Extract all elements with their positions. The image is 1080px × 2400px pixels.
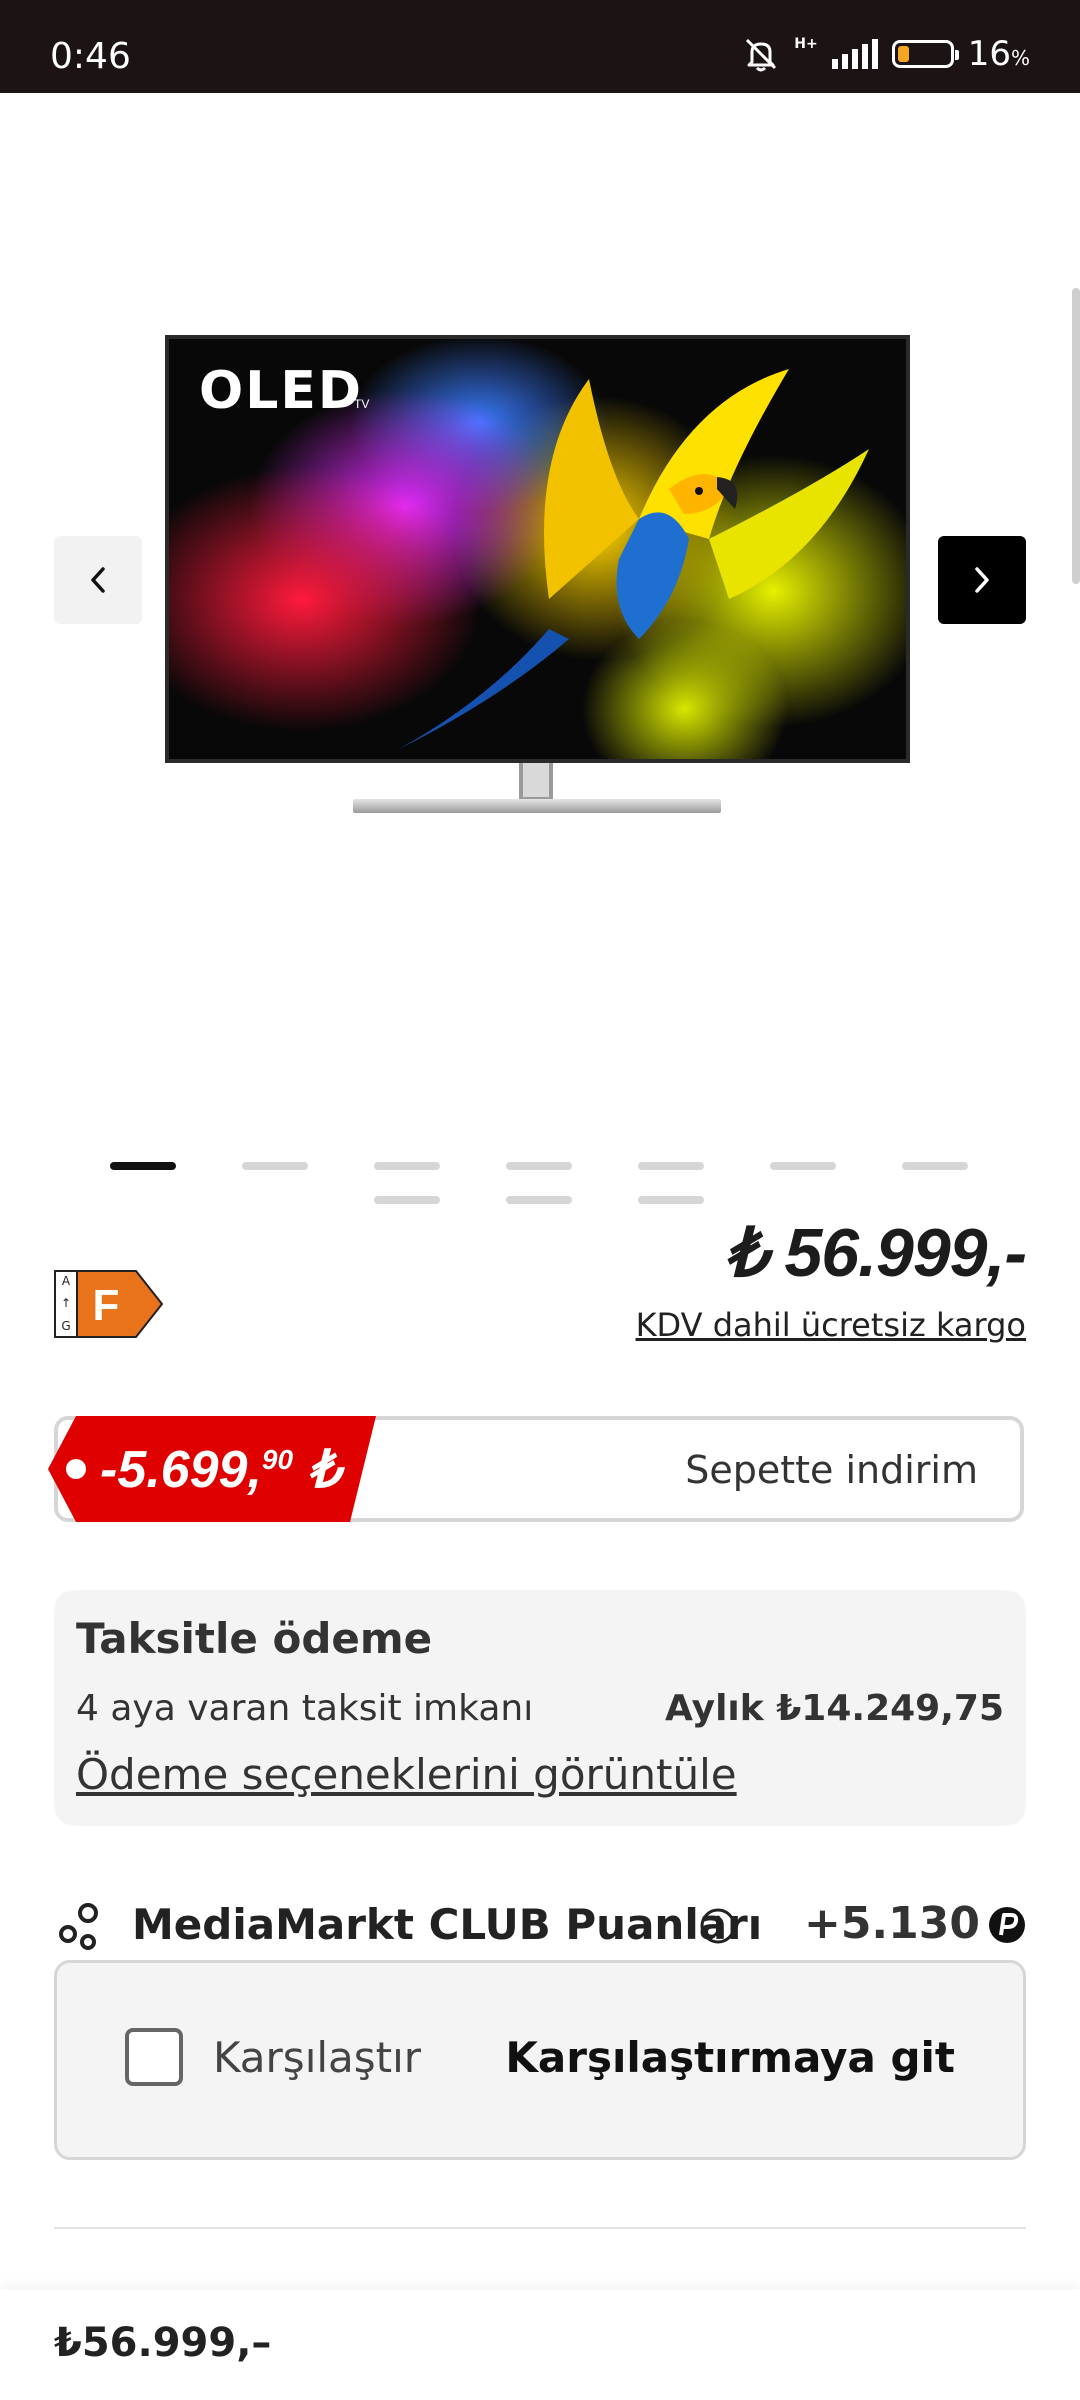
pagination-dot[interactable] [506,1162,572,1170]
compare-checkbox[interactable] [125,2028,183,2086]
tv-screen: OLED TV [165,335,910,763]
scrollbar-thumb[interactable] [1072,288,1080,584]
energy-scale-bottom: G [61,1319,70,1333]
payment-options-link[interactable]: Ödeme seçeneklerini görüntüle [76,1750,737,1799]
pagination-dot[interactable] [110,1162,176,1170]
pagination-dot[interactable] [902,1162,968,1170]
chevron-right-icon [975,567,989,593]
installment-title: Taksitle ödeme [76,1614,433,1663]
installment-card: Taksitle ödeme 4 aya varan taksit imkanı… [54,1590,1026,1826]
gallery-next-button[interactable] [938,536,1026,624]
installment-subtitle: 4 aya varan taksit imkanı [76,1688,534,1729]
parrot-illustration [399,369,869,749]
pagination-dot[interactable] [770,1162,836,1170]
gallery-prev-button[interactable] [54,536,142,624]
pagination-dot[interactable] [374,1162,440,1170]
energy-scale-arrow: ↑ [61,1296,71,1310]
pagination-dot[interactable] [506,1196,572,1204]
tv-stand-base [353,799,721,813]
installment-monthly: Aylık ₺14.249,75 [665,1688,1004,1729]
status-icons: H+ 16% [742,34,1030,74]
bottom-price-bar: ₺56.999,– [0,2290,1080,2400]
battery-percent: 16% [967,34,1030,74]
pagination-dot[interactable] [638,1196,704,1204]
club-points-value: +5.130 [803,1898,980,1949]
battery-icon [891,40,959,68]
info-icon[interactable] [698,1906,738,1946]
chevron-left-icon [91,567,105,593]
bell-muted-icon [746,38,777,72]
club-points-label: MediaMarkt CLUB Puanları [132,1900,763,1949]
pagination-dot[interactable] [374,1196,440,1204]
product-image[interactable]: OLED TV [165,335,910,815]
shipping-info-link[interactable]: KDV dahil ücretsiz kargo [636,1306,1026,1344]
energy-class: F [93,1281,120,1330]
discount-amount: -5.699,90 ₺ [100,1441,341,1499]
club-icon [59,1903,98,1950]
discount-label: Sepette indirim [685,1448,978,1492]
energy-scale-top: A [62,1274,71,1288]
pagination-dot[interactable] [242,1162,308,1170]
status-time: 0:46 [50,36,131,77]
network-type-label: H+ [794,36,818,52]
signal-icon [831,39,878,69]
tv-stand-neck [519,763,553,801]
product-price: ₺ 56.999,- [724,1215,1027,1291]
bottom-price: ₺56.999,– [54,2320,272,2366]
compare-card: Karşılaştır Karşılaştırmaya git [54,1960,1026,2160]
pagination-dot[interactable] [638,1162,704,1170]
points-icon [989,1907,1025,1943]
status-bar: 0:46 H+ 16% [0,0,1080,93]
go-to-compare-link[interactable]: Karşılaştırmaya git [505,2033,955,2082]
energy-label-badge[interactable]: A ↑ G F [54,1270,164,1338]
compare-checkbox-label[interactable]: Karşılaştır [213,2033,421,2082]
divider [54,2227,1026,2229]
